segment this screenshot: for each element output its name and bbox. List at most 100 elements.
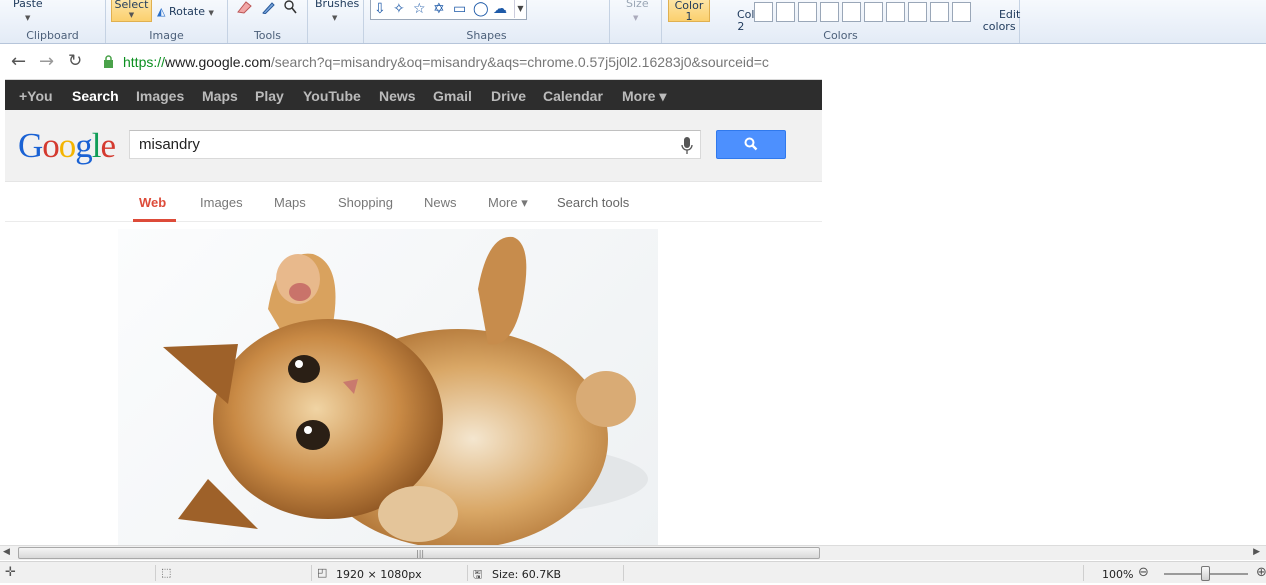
color-swatch[interactable] (842, 2, 861, 22)
gbar-item-search: Search (72, 88, 119, 104)
oval-callout-shape-icon[interactable]: ◯ (473, 0, 489, 18)
zoom-in-icon[interactable]: ⊕ (1256, 565, 1266, 580)
shapes-group-label: Shapes (466, 29, 507, 42)
rotate-icon: ◭ (157, 5, 166, 18)
forward-arrow-icon: → (39, 51, 55, 72)
selection-size-icon: ⬚ (161, 566, 172, 579)
zoom-out-icon[interactable]: ⊖ (1138, 565, 1149, 580)
size-button[interactable]: Size ▼ (626, 0, 649, 23)
colors-group: Color 1 Color 2 Edit colors Colors (662, 0, 1020, 43)
google-nav-bar: +You Search Images Maps Play YouTube New… (5, 80, 822, 110)
chevron-down-icon: ▼ (128, 11, 135, 19)
logo-letter: g (75, 126, 92, 165)
color-picker-icon[interactable] (259, 0, 278, 15)
brushes-group: Brushes ▼ (308, 0, 364, 43)
tab-shopping: Shopping (338, 195, 393, 210)
paint-canvas[interactable]: ← → ↻ https://www.google.com/search?q=mi… (0, 45, 1266, 545)
logo-letter: e (100, 126, 117, 165)
rotate-button[interactable]: ◭ Rotate ▼ (157, 5, 214, 18)
tab-images: Images (200, 195, 243, 210)
pasted-browser-screenshot: ← → ↻ https://www.google.com/search?q=mi… (5, 45, 822, 545)
status-bar: ✛ ⬚ ◰ 1920 × 1080px 🖫 Size: 60.7KB 100% … (0, 561, 1266, 583)
scroll-left-arrow-icon[interactable]: ◀ (3, 547, 10, 557)
status-divider (311, 565, 312, 581)
back-arrow-icon: ← (11, 51, 27, 72)
color1-button[interactable]: Color 1 (668, 0, 710, 22)
gbar-item-calendar: Calendar (543, 88, 603, 104)
reload-icon: ↻ (68, 51, 83, 71)
tab-news: News (424, 195, 457, 210)
eraser-icon[interactable] (235, 0, 254, 14)
cloud-callout-shape-icon[interactable]: ☁ (493, 0, 507, 18)
chevron-down-icon: ▼ (25, 14, 31, 22)
image-group: Select ▼ ◭ Rotate ▼ Image (106, 0, 228, 43)
logo-letter: l (91, 126, 102, 165)
arrow-down-shape-icon[interactable]: ⇩ (374, 0, 386, 18)
zoom-slider-thumb[interactable] (1201, 566, 1210, 581)
search-icon (744, 137, 758, 151)
brushes-button[interactable]: Brushes ▼ (315, 0, 359, 23)
ribbon: Paste ▼ Clipboard Select ▼ ◭ Rotate ▼ Im… (0, 0, 1266, 44)
color-swatch[interactable] (776, 2, 795, 22)
shapes-group: ⇩ ✧ ☆ ✡ ▭ ◯ ☁ ▼ Shapes (364, 0, 610, 43)
disk-icon: 🖫 (473, 568, 483, 581)
gbar-item-drive: Drive (491, 88, 527, 104)
cursor-position-icon: ✛ (5, 565, 16, 580)
horizontal-scrollbar[interactable]: ◀ ||| ▶ (0, 545, 1266, 560)
color-swatch[interactable] (864, 2, 883, 22)
shapes-more-icon[interactable]: ▼ (514, 0, 526, 18)
zoom-level: 100% (1102, 568, 1134, 581)
status-divider (1083, 565, 1084, 581)
microphone-icon (681, 137, 693, 154)
six-point-star-shape-icon[interactable]: ✡ (433, 0, 445, 18)
size-group: Size ▼ (610, 0, 662, 43)
color-swatch[interactable] (930, 2, 949, 22)
gbar-item-plus-you: +You (19, 88, 53, 104)
select-button[interactable]: Select ▼ (111, 0, 152, 22)
tab-more: More ▾ (488, 195, 528, 210)
color-swatch[interactable] (886, 2, 905, 22)
paste-button[interactable]: Paste ▼ (13, 0, 43, 23)
scrollbar-thumb[interactable]: ||| (18, 547, 820, 559)
brushes-label: Brushes (315, 0, 360, 10)
color-swatch[interactable] (952, 2, 971, 22)
gbar-item-images: Images (136, 88, 185, 104)
five-point-star-shape-icon[interactable]: ☆ (413, 0, 426, 18)
tools-group: Tools (228, 0, 308, 43)
tools-group-label: Tools (253, 29, 282, 42)
logo-letter: G (18, 126, 43, 165)
scroll-right-arrow-icon[interactable]: ▶ (1253, 547, 1260, 557)
image-dimensions: 1920 × 1080px (336, 568, 422, 581)
color-swatch[interactable] (798, 2, 817, 22)
shapes-gallery[interactable]: ⇩ ✧ ☆ ✡ ▭ ◯ ☁ ▼ (370, 0, 527, 20)
image-group-label: Image (149, 29, 184, 42)
color-swatch[interactable] (908, 2, 927, 22)
rotate-label: Rotate (168, 5, 205, 18)
magnifier-icon[interactable] (281, 0, 300, 14)
select-label: Select (114, 0, 149, 11)
file-size: Size: 60.7KB (492, 568, 562, 581)
chevron-down-icon: ▼ (633, 14, 639, 22)
gbar-item-play: Play (255, 88, 284, 104)
kitten-photo (118, 229, 658, 545)
tab-search-tools: Search tools (557, 195, 630, 210)
status-divider (623, 565, 624, 581)
logo-letter: o (58, 126, 76, 165)
tab-maps: Maps (274, 195, 306, 210)
search-tabs: Web Images Maps Shopping News More ▾ Sea… (5, 182, 822, 222)
gbar-item-youtube: YouTube (303, 88, 361, 104)
active-tab-indicator (133, 219, 176, 222)
clipboard-group-label: Clipboard (26, 29, 79, 42)
tab-web: Web (139, 195, 167, 210)
rect-callout-shape-icon[interactable]: ▭ (453, 0, 466, 18)
paste-label: Paste (13, 0, 43, 10)
url-domain: www.google.com (165, 54, 271, 70)
color-swatch[interactable] (754, 2, 773, 22)
gbar-item-maps: Maps (202, 88, 238, 104)
url-text: https://www.google.com/search?q=misandry… (123, 54, 769, 70)
color-swatch[interactable] (820, 2, 839, 22)
four-point-star-shape-icon[interactable]: ✧ (393, 0, 405, 18)
url-path: /search?q=misandry&oq=misandry&aqs=chrom… (270, 54, 769, 70)
gbar-item-gmail: Gmail (433, 88, 472, 104)
scrollbar-grip-icon: ||| (416, 549, 425, 558)
